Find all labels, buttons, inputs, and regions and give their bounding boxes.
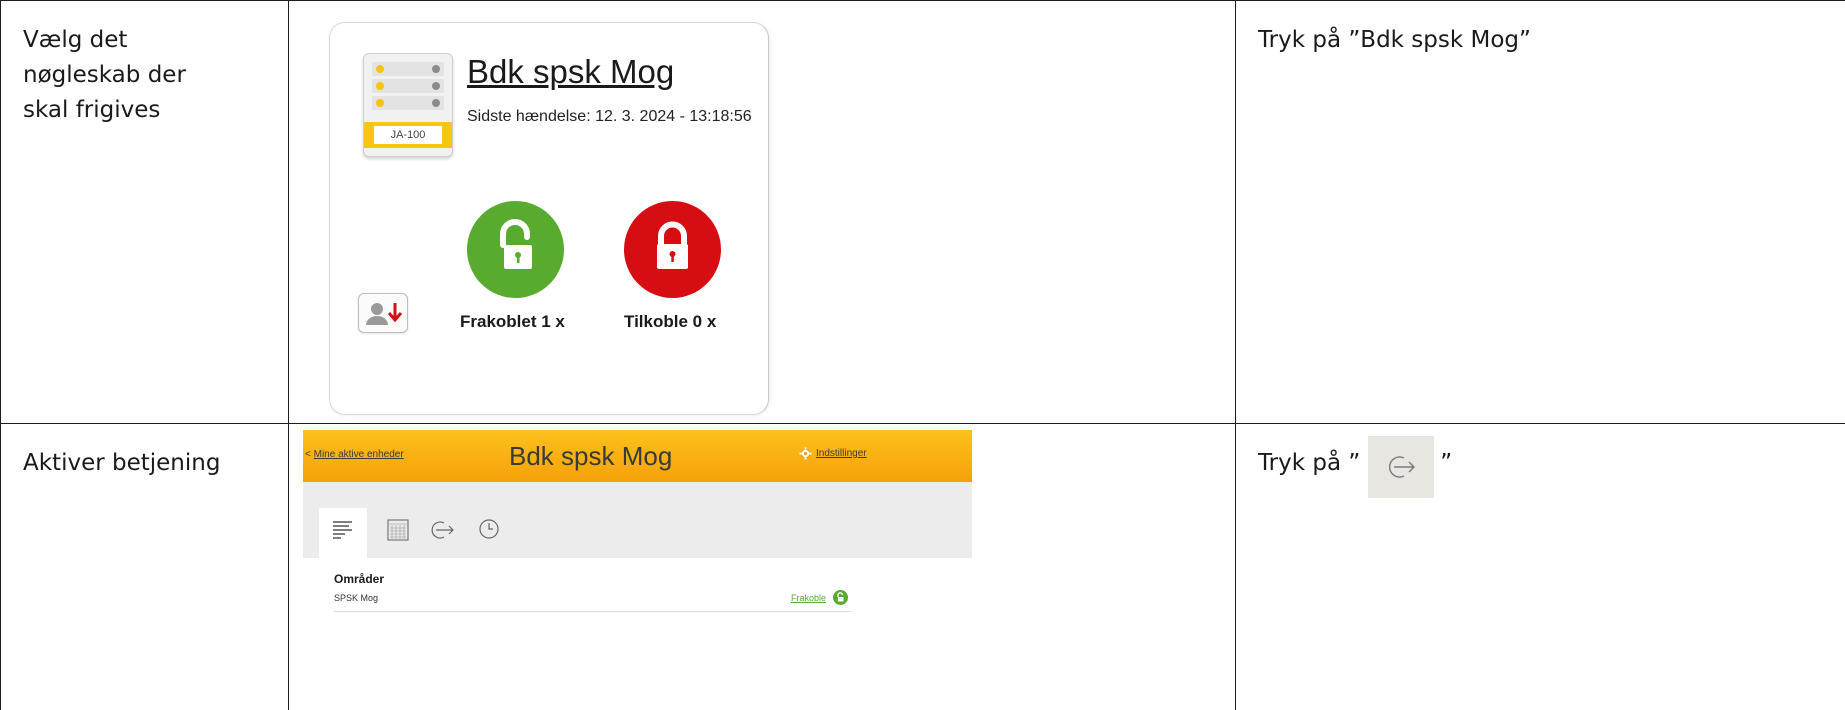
arrow-right-circle-icon xyxy=(431,521,454,539)
app-header: < Mine aktive enheder Bdk spsk Mog Indst… xyxy=(303,430,972,482)
instruction-cell: Tryk på ” ” xyxy=(1235,423,1845,710)
settings-link[interactable]: Indstillinger xyxy=(799,447,867,460)
keybox-device-icon: JA-100 xyxy=(363,53,453,157)
screenshot-cell: JA-100 Bdk spsk Mog Sidste hændelse: 12.… xyxy=(288,0,1236,424)
instruction-suffix: ” xyxy=(1440,450,1453,476)
gear-icon xyxy=(799,447,812,460)
instruction-text: Tryk på ” ” xyxy=(1236,424,1845,498)
settings-link-label[interactable]: Indstillinger xyxy=(816,448,867,459)
instruction-table: Vælg det nøgleskab der skal frigives JA-… xyxy=(0,0,1845,710)
screenshot-cell: < Mine aktive enheder Bdk spsk Mog Indst… xyxy=(288,423,1236,710)
lock-icon xyxy=(657,221,688,269)
unlocked-count-label: Frakoblet 1 x xyxy=(460,312,565,331)
section-title: Områder xyxy=(334,572,385,586)
step-label: Vælg det nøgleskab der skal frigives xyxy=(23,27,186,123)
app-view: < Mine aktive enheder Bdk spsk Mog Indst… xyxy=(303,430,972,640)
user-download-button[interactable] xyxy=(358,293,408,333)
unlock-button[interactable] xyxy=(467,201,564,298)
step-label: Aktiver betjening xyxy=(23,450,221,476)
step-cell: Vælg det nøgleskab der skal frigives xyxy=(0,0,289,424)
disarm-link[interactable]: Frakoble xyxy=(791,593,826,603)
device-card[interactable]: JA-100 Bdk spsk Mog Sidste hændelse: 12.… xyxy=(329,22,769,415)
back-arrow: < xyxy=(305,449,311,460)
operation-icon-tile xyxy=(1368,436,1435,498)
tab-operation[interactable] xyxy=(419,508,467,558)
step-cell: Aktiver betjening xyxy=(0,423,289,710)
back-link-label[interactable]: Mine aktive enheder xyxy=(314,449,404,460)
area-name: SPSK Mog xyxy=(334,593,379,603)
tab-overview[interactable] xyxy=(319,508,367,558)
list-icon xyxy=(333,521,352,539)
instruction-prefix: Tryk på ” xyxy=(1258,450,1361,476)
tab-history[interactable] xyxy=(467,508,515,558)
unlock-icon xyxy=(500,219,532,269)
instruction-cell: Tryk på ”Bdk spsk Mog” xyxy=(1235,0,1845,424)
app-title: Bdk spsk Mog xyxy=(509,441,673,471)
unlock-status-icon[interactable] xyxy=(833,590,848,605)
calendar-icon xyxy=(387,519,409,541)
locked-count-label: Tilkoble 0 x xyxy=(624,312,717,331)
tab-bar xyxy=(303,482,972,558)
device-model-label: JA-100 xyxy=(374,126,442,144)
table-row: Aktiver betjening < Mine aktive enheder … xyxy=(0,423,1845,710)
device-title-link[interactable]: Bdk spsk Mog xyxy=(467,53,674,91)
lock-button[interactable] xyxy=(624,201,721,298)
row-divider xyxy=(334,611,851,612)
tab-calendar[interactable] xyxy=(375,508,423,558)
last-event-text: Sidste hændelse: 12. 3. 2024 - 13:18:56 xyxy=(467,108,752,125)
user-download-icon xyxy=(366,303,403,325)
arrow-right-circle-icon xyxy=(1389,456,1416,478)
clock-icon xyxy=(479,519,499,539)
instruction-text: Tryk på ”Bdk spsk Mog” xyxy=(1258,27,1531,53)
back-link[interactable]: < Mine aktive enheder xyxy=(305,449,404,460)
table-row: Vælg det nøgleskab der skal frigives JA-… xyxy=(0,0,1845,424)
